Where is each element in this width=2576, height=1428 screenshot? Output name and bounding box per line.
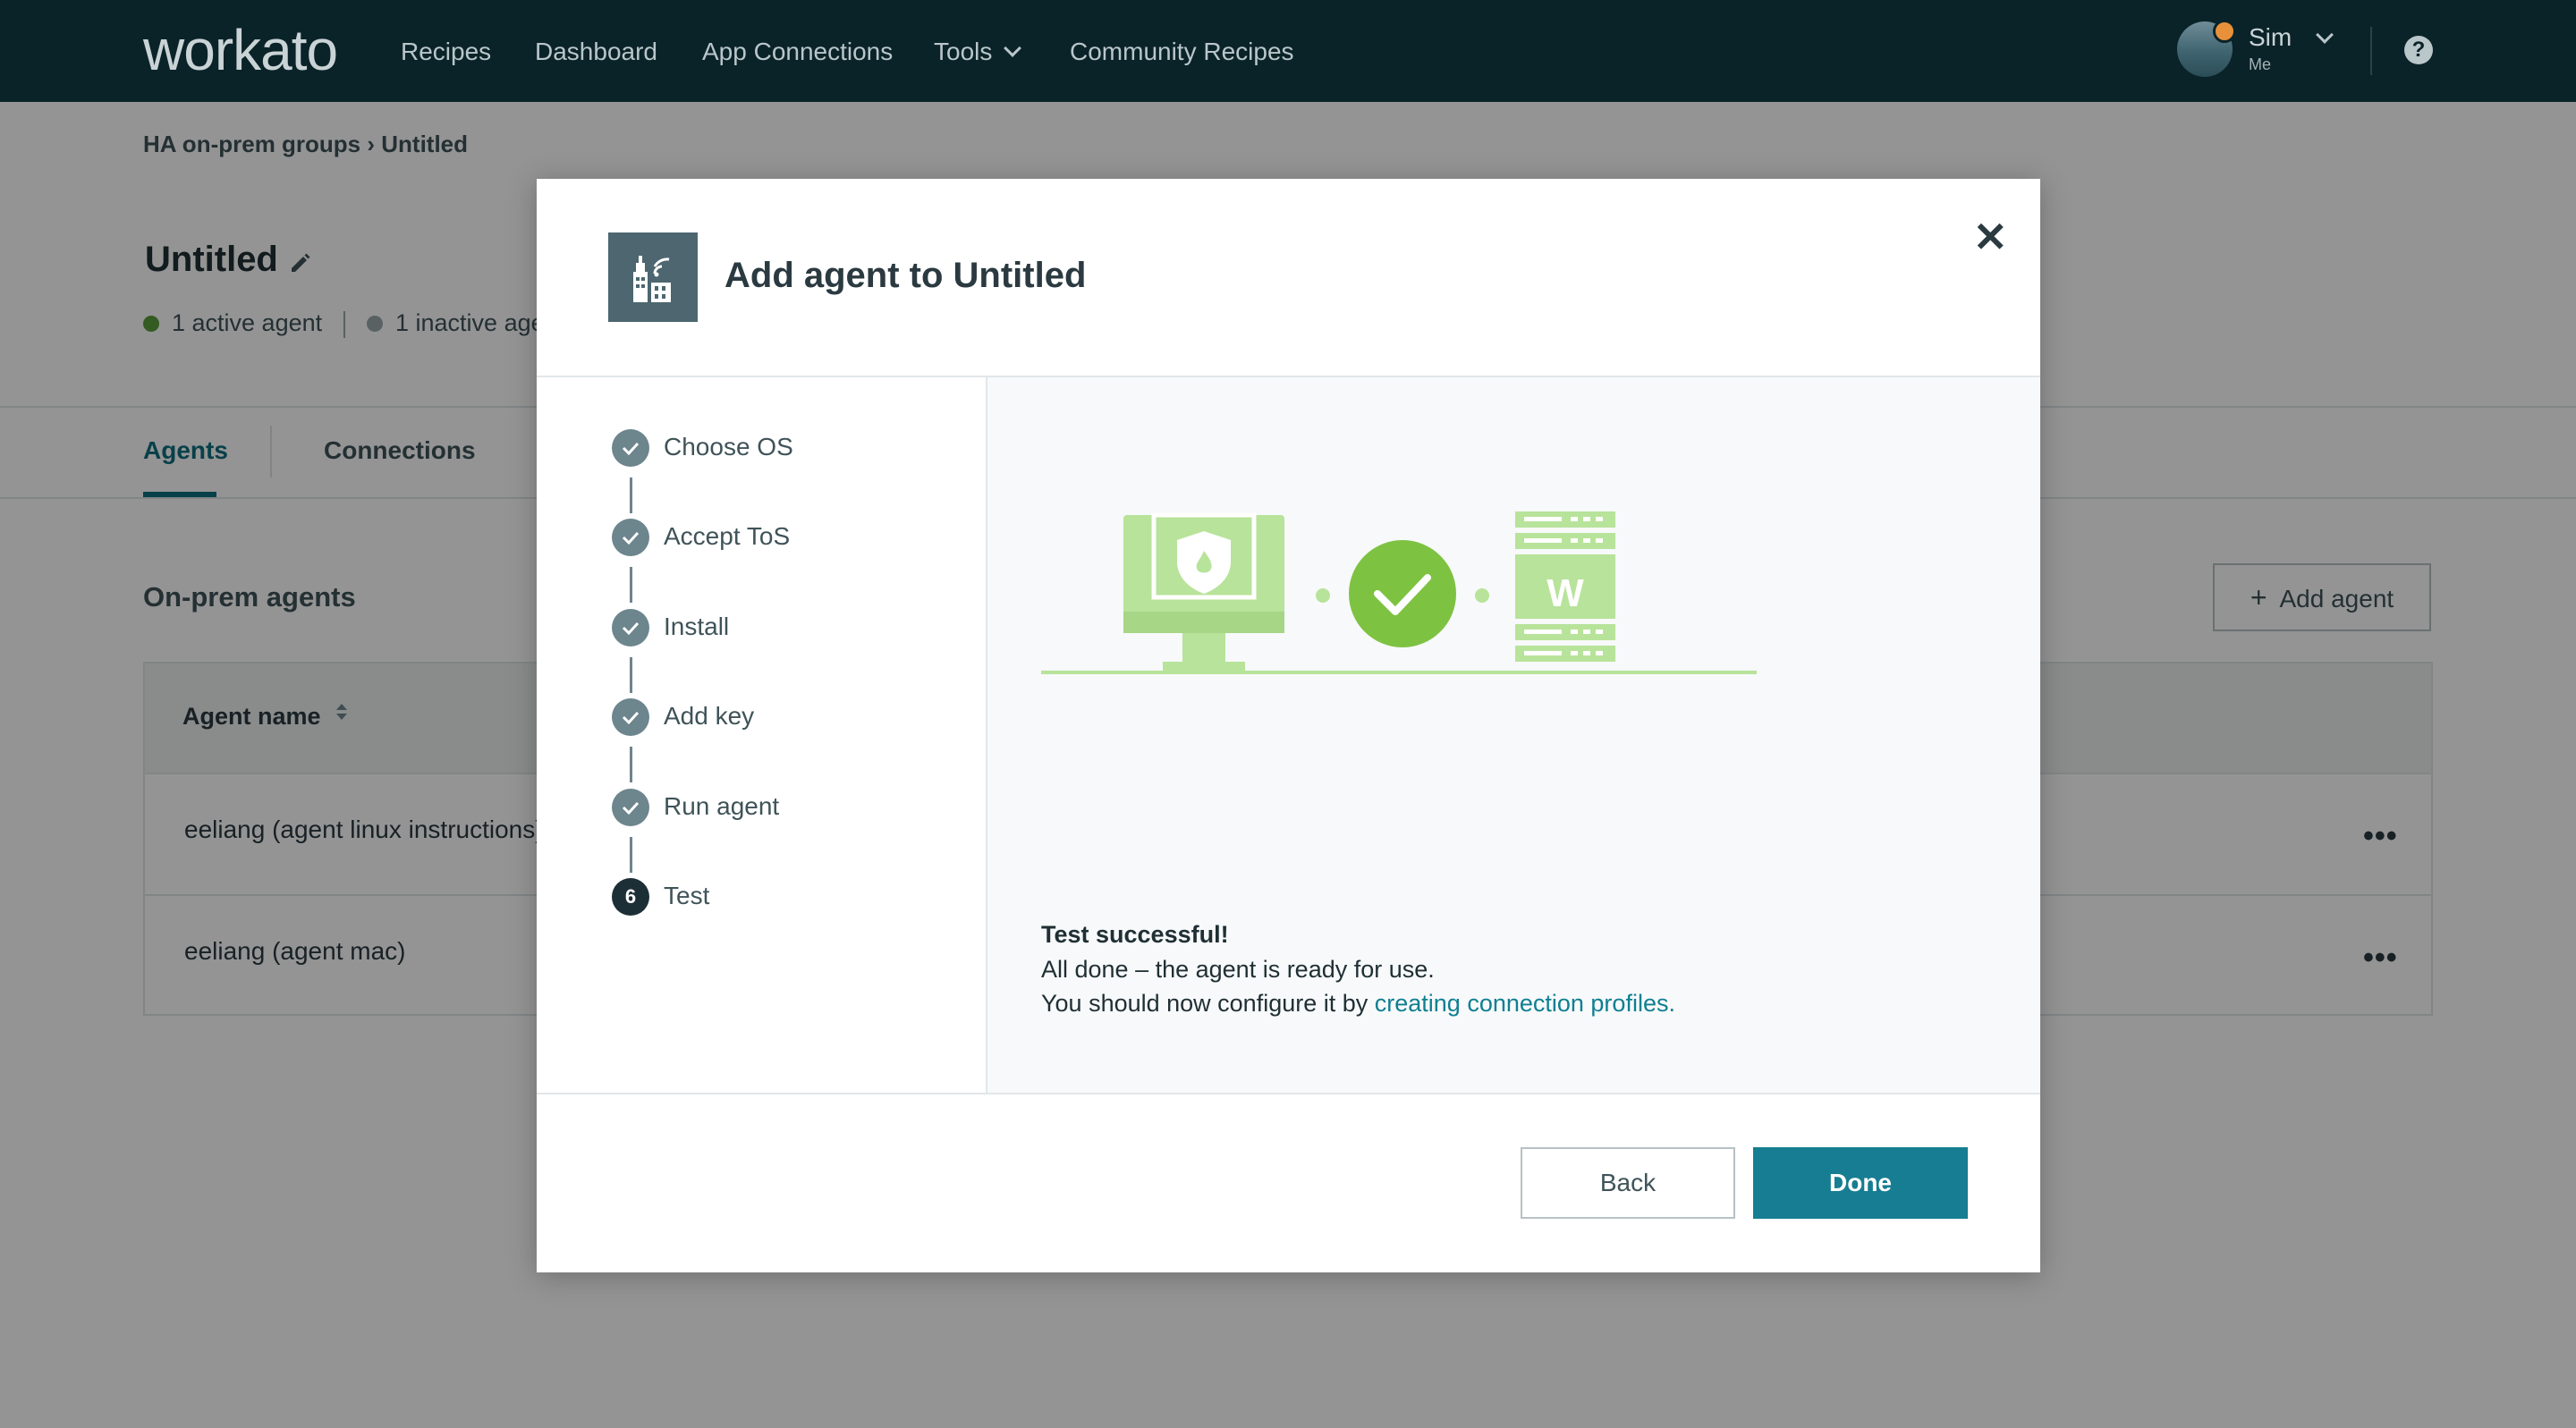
success-message: All done – the agent is ready for use. [1041,956,1435,983]
nav-link-tools-label: Tools [934,38,993,65]
current-step-number: 6 [612,878,649,916]
step-label: Install [664,613,730,640]
configure-message-text: You should now configure it by [1041,990,1375,1017]
step-connector [630,747,632,782]
step-label: Run agent [664,792,780,820]
check-icon [612,519,649,556]
check-icon [612,698,649,736]
nav-link-community-recipes[interactable]: Community Recipes [1070,34,1294,70]
step-label: Choose OS [664,433,793,461]
nav-divider [2370,27,2372,75]
user-name[interactable]: Sim [2249,23,2292,52]
creating-connection-profiles-link[interactable]: creating connection profiles. [1375,990,1675,1017]
configure-message: You should now configure it by creating … [1041,990,1675,1018]
check-icon [612,609,649,646]
help-icon[interactable]: ? [2404,36,2433,64]
done-button[interactable]: Done [1753,1147,1968,1219]
user-menu-chevron-icon[interactable] [2316,26,2334,44]
nav-link-app-connections[interactable]: App Connections [702,34,893,70]
nav-link-recipes[interactable]: Recipes [401,34,491,70]
check-icon [612,789,649,826]
workato-logo[interactable]: workato [143,16,338,84]
modal-footer-divider [537,1093,2040,1094]
step-label: Accept ToS [664,522,791,550]
wizard-steps: Choose OS Accept ToS Install Add key Run… [537,377,987,1093]
add-agent-modal: Add agent to Untitled ✕ Choose OS Accept… [537,179,2040,1272]
illustration-letter: W [1546,571,1584,615]
user-subtitle: Me [2249,55,2272,73]
step-connector [630,837,632,873]
wizard-content: W Test successful! All done – the agent … [987,377,2040,1093]
step-connector [630,567,632,603]
nav-link-dashboard[interactable]: Dashboard [535,34,657,70]
modal-title: Add agent to Untitled [724,256,1087,295]
back-button[interactable]: Back [1521,1147,1735,1219]
agent-connection-illustration: W [1041,511,1757,674]
step-label: Add key [664,702,755,730]
avatar-status-dot [2213,20,2236,43]
step-connector [630,657,632,693]
top-navigation-bar: workato Recipes Dashboard App Connection… [0,0,2576,102]
modal-header: Add agent to Untitled ✕ [537,179,2040,377]
chevron-down-icon [1004,39,1022,57]
nav-link-tools[interactable]: Tools [934,34,1022,70]
step-connector [630,477,632,513]
step-label: Test [664,882,710,909]
on-prem-agent-icon [608,232,698,322]
close-icon[interactable]: ✕ [1973,216,2008,258]
success-title: Test successful! [1041,921,1229,948]
check-icon [612,429,649,467]
